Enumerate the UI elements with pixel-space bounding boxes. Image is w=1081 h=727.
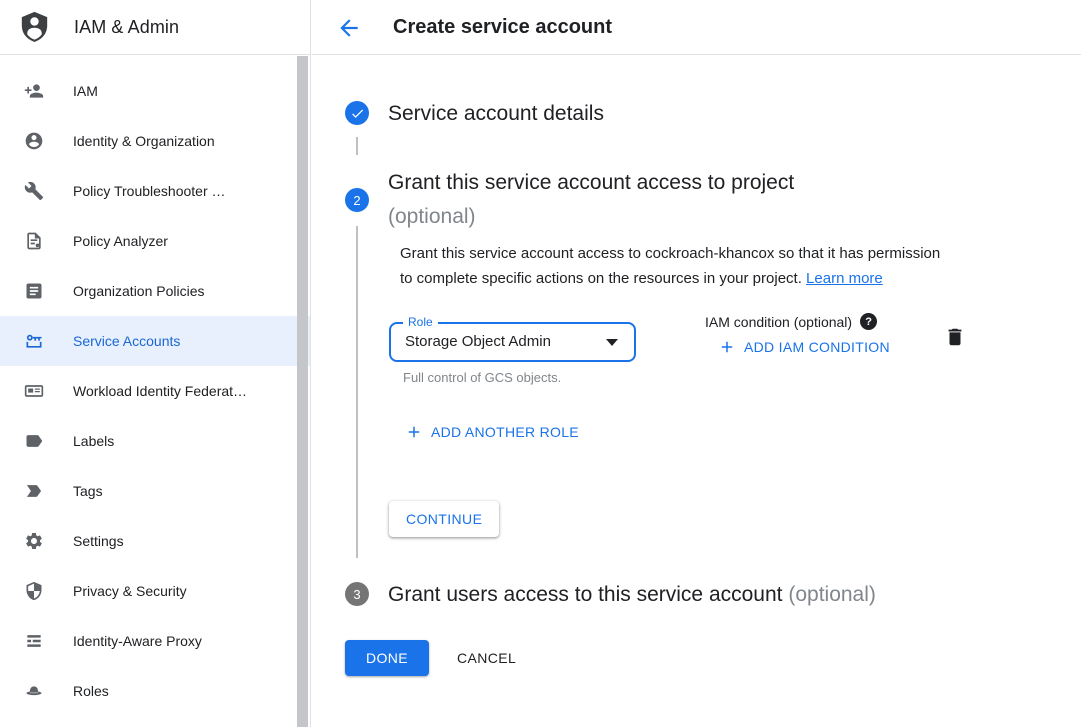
sidebar-item-label: Identity & Organization (73, 133, 215, 149)
step-connector (356, 226, 358, 558)
continue-button[interactable]: CONTINUE (389, 501, 499, 537)
help-icon[interactable]: ? (860, 313, 877, 330)
description-line1: Grant this service account access to coc… (400, 245, 940, 262)
label-important-icon (24, 481, 44, 501)
wrench-icon (24, 181, 44, 201)
dropdown-caret-icon (606, 339, 618, 346)
sidebar-item-roles[interactable]: Roles (0, 666, 310, 716)
step3-number: 3 (353, 587, 360, 602)
iam-condition-header: IAM condition (optional) ? (705, 313, 877, 330)
label-icon (24, 431, 44, 451)
shield-half-icon (24, 581, 44, 601)
sidebar-item-identity-organization[interactable]: Identity & Organization (0, 116, 310, 166)
iam-admin-shield-icon (20, 11, 49, 44)
step1-title: Service account details (388, 97, 604, 131)
sidebar-item-identity-aware-proxy[interactable]: Identity-Aware Proxy (0, 616, 310, 666)
step3-title-text: Grant users access to this service accou… (388, 583, 783, 606)
policy-doc-icon (24, 231, 44, 251)
add-another-role-label: ADD ANOTHER ROLE (431, 424, 579, 440)
description-line2: to complete specific actions on the reso… (400, 270, 802, 287)
sidebar-item-label: Policy Analyzer (73, 233, 168, 249)
sidebar-item-tags[interactable]: Tags (0, 466, 310, 516)
sidebar-item-policy-troubleshooter[interactable]: Policy Troubleshooter … (0, 166, 310, 216)
sidebar-item-label: Service Accounts (73, 333, 180, 349)
step2-title: Grant this service account access to pro… (388, 166, 794, 234)
role-select[interactable]: Role Storage Object Admin (389, 322, 636, 362)
account-circle-icon (24, 131, 44, 151)
sidebar-item-label: Tags (73, 483, 103, 499)
add-iam-condition-label: ADD IAM CONDITION (744, 339, 890, 355)
sidebar-item-label: Policy Troubleshooter … (73, 183, 226, 199)
person-add-icon (24, 81, 44, 101)
sidebar-item-label: Privacy & Security (73, 583, 187, 599)
sidebar-item-service-accounts[interactable]: Service Accounts (0, 316, 310, 366)
step3-optional-label: (optional) (788, 583, 876, 606)
plus-icon (718, 338, 736, 356)
add-iam-condition-button[interactable]: ADD IAM CONDITION (718, 338, 890, 356)
service-account-key-icon (24, 331, 44, 351)
sidebar-item-labels[interactable]: Labels (0, 416, 310, 466)
main-header: Create service account (312, 0, 1081, 55)
step2-number: 2 (353, 193, 360, 208)
sidebar-item-organization-policies[interactable]: Organization Policies (0, 266, 310, 316)
sidebar-header: IAM & Admin (0, 0, 310, 55)
learn-more-link[interactable]: Learn more (806, 270, 883, 287)
main-panel: Create service account Service account d… (312, 0, 1081, 727)
iam-condition-label: IAM condition (optional) (705, 314, 852, 330)
back-arrow-icon[interactable] (336, 15, 362, 41)
sidebar-scrollbar[interactable] (297, 56, 308, 727)
step-connector (356, 137, 358, 155)
step2-title-text: Grant this service account access to pro… (388, 171, 794, 194)
sidebar-item-label: Identity-Aware Proxy (73, 633, 202, 649)
delete-role-trash-icon[interactable] (943, 326, 967, 350)
sidebar-item-label: Workload Identity Federat… (73, 383, 247, 399)
done-button[interactable]: DONE (345, 640, 429, 676)
hat-icon (24, 681, 44, 701)
iap-stripes-icon (24, 631, 44, 651)
add-another-role-button[interactable]: ADD ANOTHER ROLE (405, 423, 579, 441)
sidebar-item-label: Labels (73, 433, 114, 449)
sidebar-item-label: IAM (73, 83, 98, 99)
page-title: Create service account (393, 0, 612, 55)
role-selected-value: Storage Object Admin (405, 324, 551, 360)
sidebar-item-label: Settings (73, 533, 124, 549)
sidebar-item-iam[interactable]: IAM (0, 66, 310, 116)
sidebar-item-privacy-security[interactable]: Privacy & Security (0, 566, 310, 616)
plus-icon (405, 423, 423, 441)
cancel-button[interactable]: CANCEL (445, 640, 528, 676)
card-icon (24, 381, 44, 401)
role-helper-text: Full control of GCS objects. (403, 370, 561, 385)
step1-complete-check-icon (345, 101, 369, 125)
step2-description: Grant this service account access to coc… (400, 241, 1000, 291)
step3-number-badge: 3 (345, 582, 369, 606)
iam-admin-app: IAM & Admin IAM Identity & Organization Po… (0, 0, 1081, 727)
step2-optional-label: (optional) (388, 205, 476, 228)
step3-title: Grant users access to this service accou… (388, 578, 876, 612)
article-icon (24, 281, 44, 301)
step2-number-badge: 2 (345, 188, 369, 212)
sidebar: IAM & Admin IAM Identity & Organization Po… (0, 0, 311, 727)
sidebar-item-settings[interactable]: Settings (0, 516, 310, 566)
app-title: IAM & Admin (74, 17, 179, 38)
sidebar-item-label: Roles (73, 683, 109, 699)
sidebar-nav: IAM Identity & Organization Policy Trouble… (0, 55, 310, 716)
sidebar-item-label: Organization Policies (73, 283, 205, 299)
gear-icon (24, 531, 44, 551)
sidebar-item-policy-analyzer[interactable]: Policy Analyzer (0, 216, 310, 266)
sidebar-item-workload-identity-federation[interactable]: Workload Identity Federat… (0, 366, 310, 416)
